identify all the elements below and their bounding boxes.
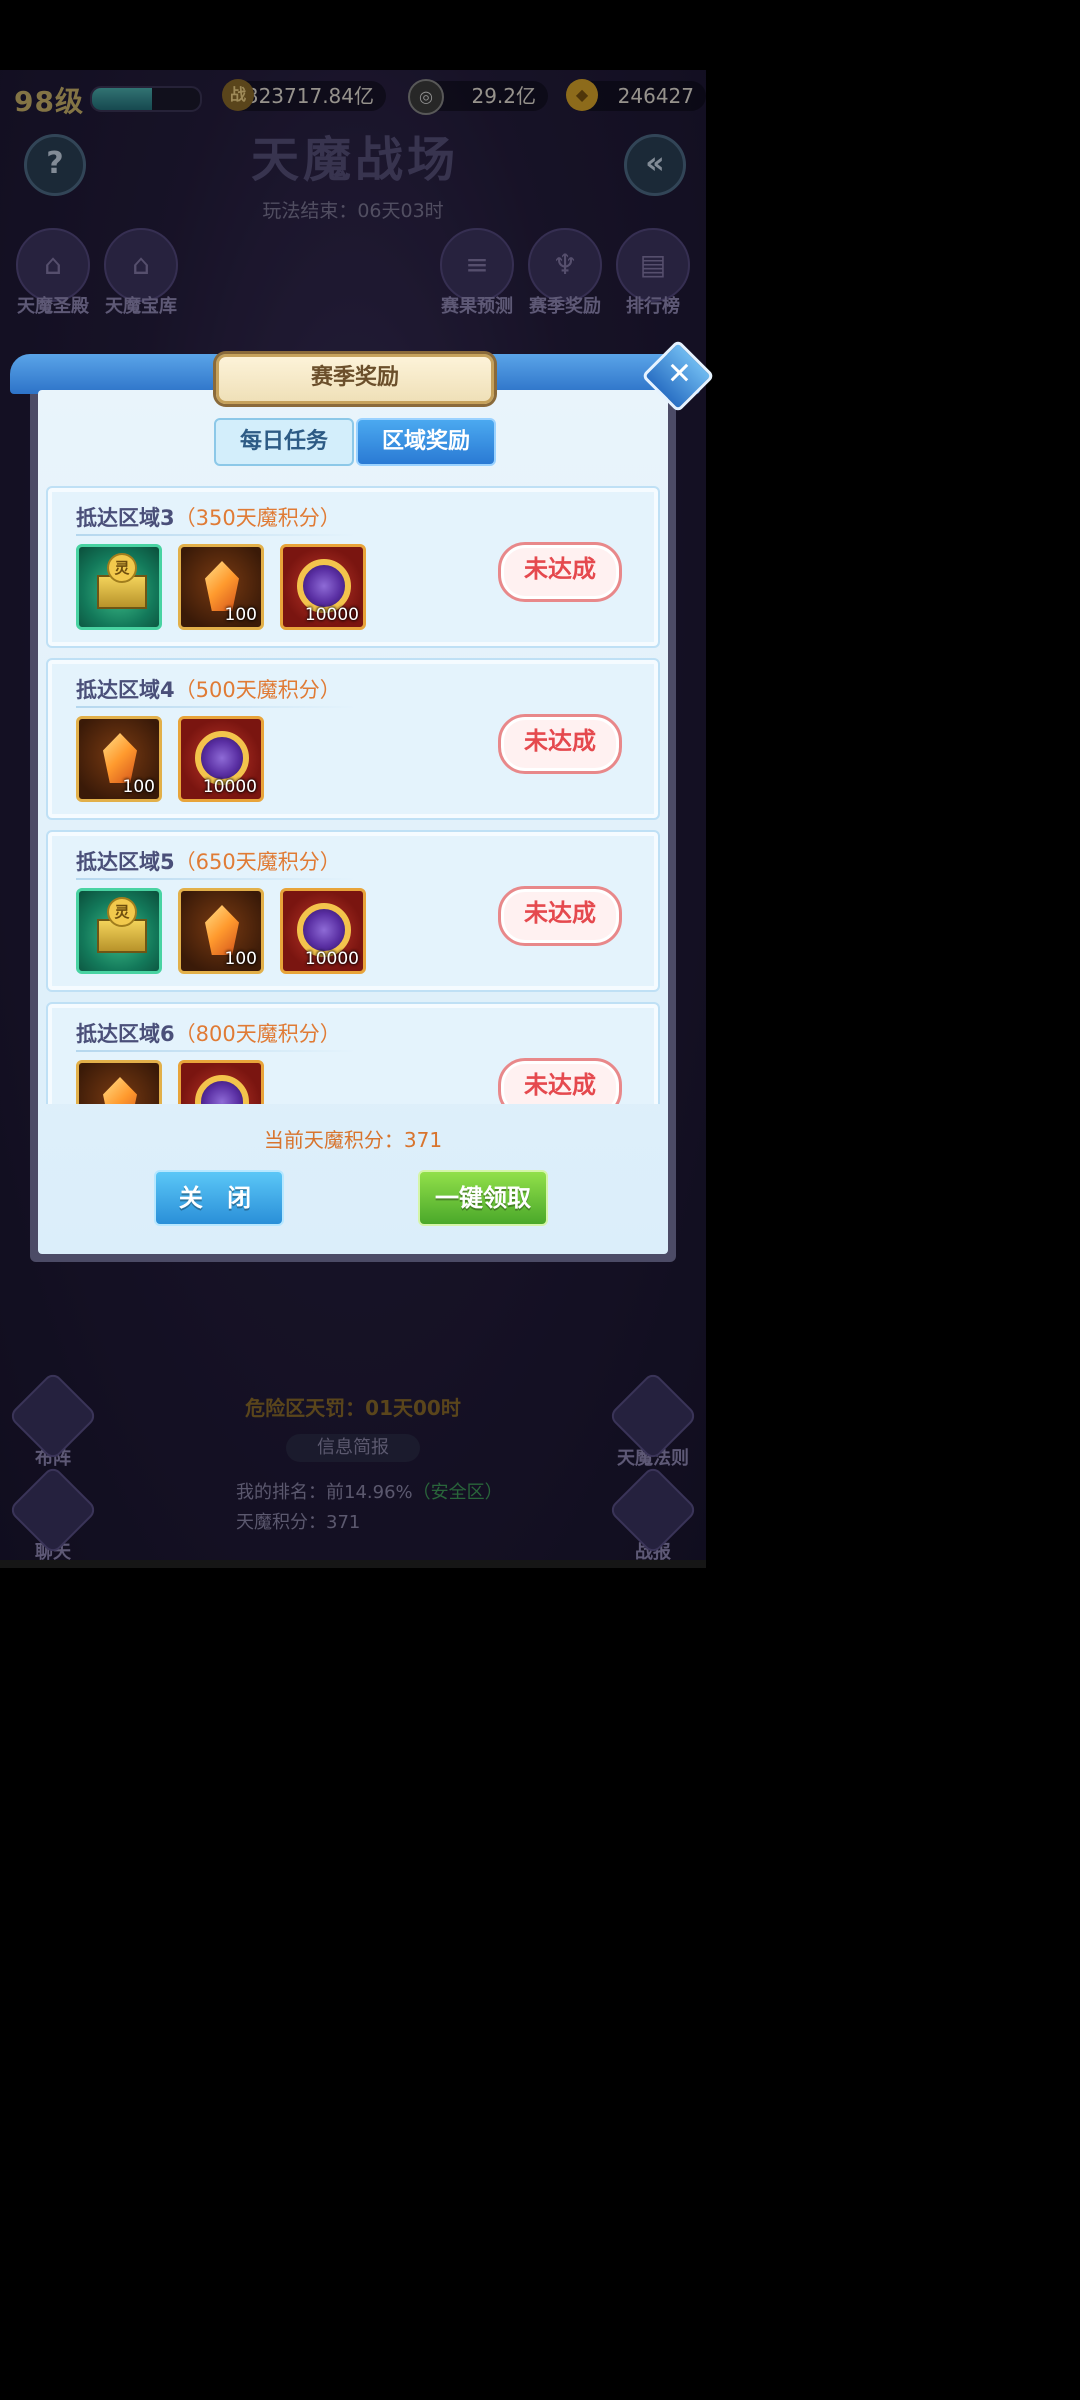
zone-label: 抵达区域3 xyxy=(76,506,175,530)
points-required: （500天魔积分） xyxy=(174,678,341,702)
item-quantity: 10000 xyxy=(304,605,359,625)
zone-label: 抵达区域5 xyxy=(76,850,175,874)
reward-title: 抵达区域6（800天魔积分） xyxy=(76,1018,341,1048)
orb-reward-item[interactable] xyxy=(178,1060,264,1104)
current-score: 当前天魔积分：371 xyxy=(263,1128,443,1152)
crystal-icon xyxy=(103,733,137,783)
reward-card: 抵达区域3（350天魔积分） 灵 100 10000 未达成 xyxy=(46,486,660,648)
title-divider xyxy=(76,534,356,536)
reward-title: 抵达区域5（650天魔积分） xyxy=(76,846,341,876)
orb-icon xyxy=(195,1075,249,1104)
title-divider xyxy=(76,706,356,708)
crystal-reward-item[interactable]: 100 xyxy=(178,544,264,630)
points-required: （800天魔积分） xyxy=(174,1022,341,1046)
reward-list[interactable]: 抵达区域3（350天魔积分）灵 100 10000 未达成 抵达区域4（500天魔积分）… xyxy=(44,480,662,1104)
spirit-seal-icon: 灵 xyxy=(107,897,137,927)
orb-reward-item[interactable]: 10000 xyxy=(280,888,366,974)
status-badge: 未达成 xyxy=(498,1058,622,1104)
zone-label: 抵达区域6 xyxy=(76,1022,175,1046)
orb-reward-item[interactable]: 10000 xyxy=(178,716,264,802)
status-badge: 未达成 xyxy=(498,714,622,774)
tab-region-rewards[interactable]: 区域奖励 xyxy=(356,418,496,466)
modal-title: 赛季奖励 xyxy=(216,354,494,404)
chest-reward-item[interactable]: 灵 xyxy=(76,544,162,630)
crystal-reward-item[interactable]: 100 xyxy=(178,888,264,974)
reward-card: 抵达区域4（500天魔积分） 100 10000 未达成 xyxy=(46,658,660,820)
crystal-reward-item[interactable]: 100 xyxy=(76,716,162,802)
item-quantity: 10000 xyxy=(304,949,359,969)
reward-card: 抵达区域5（650天魔积分） 灵 100 10000 未达成 xyxy=(46,830,660,992)
points-required: （650天魔积分） xyxy=(174,850,341,874)
crystal-icon xyxy=(205,561,239,611)
reward-title: 抵达区域4（500天魔积分） xyxy=(76,674,341,704)
item-quantity: 100 xyxy=(122,777,155,797)
close-icon: ✕ xyxy=(666,356,692,392)
title-divider xyxy=(76,1050,356,1052)
crystal-reward-item[interactable] xyxy=(76,1060,162,1104)
crystal-icon xyxy=(103,1077,137,1104)
orb-reward-item[interactable]: 10000 xyxy=(280,544,366,630)
spirit-seal-icon: 灵 xyxy=(107,553,137,583)
item-quantity: 10000 xyxy=(202,777,257,797)
reward-card: 抵达区域6（800天魔积分） 未达成 xyxy=(46,1002,660,1104)
status-badge: 未达成 xyxy=(498,886,622,946)
zone-label: 抵达区域4 xyxy=(76,678,175,702)
tab-daily-tasks[interactable]: 每日任务 xyxy=(214,418,354,466)
item-quantity: 100 xyxy=(224,949,257,969)
reward-title: 抵达区域3（350天魔积分） xyxy=(76,502,341,532)
crystal-icon xyxy=(205,905,239,955)
status-badge: 未达成 xyxy=(498,542,622,602)
claim-all-button[interactable]: 一键领取 xyxy=(418,1170,548,1226)
points-required: （350天魔积分） xyxy=(174,506,341,530)
close-button[interactable]: 关 闭 xyxy=(154,1170,284,1226)
title-divider xyxy=(76,878,356,880)
chest-reward-item[interactable]: 灵 xyxy=(76,888,162,974)
item-quantity: 100 xyxy=(224,605,257,625)
